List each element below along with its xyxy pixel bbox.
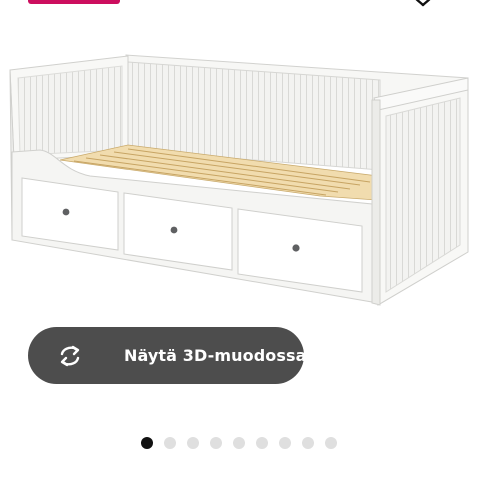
product-image[interactable] [0, 40, 480, 320]
rotate-3d-icon [54, 344, 86, 368]
carousel-dot[interactable] [325, 437, 337, 449]
favourite-button[interactable] [408, 0, 438, 12]
carousel-dot[interactable] [141, 437, 153, 449]
top-accent-bar [28, 0, 120, 4]
carousel-dot[interactable] [256, 437, 268, 449]
view-3d-button[interactable]: Näytä 3D-muodossa [28, 327, 307, 384]
carousel-dot[interactable] [187, 437, 199, 449]
carousel-dot[interactable] [210, 437, 222, 449]
carousel-dot[interactable] [164, 437, 176, 449]
carousel-dot[interactable] [233, 437, 245, 449]
carousel-dot[interactable] [302, 437, 314, 449]
carousel-dot[interactable] [279, 437, 291, 449]
view-3d-label: Näytä 3D-muodossa [124, 346, 307, 365]
carousel-dots [141, 437, 337, 449]
heart-icon [415, 0, 431, 7]
